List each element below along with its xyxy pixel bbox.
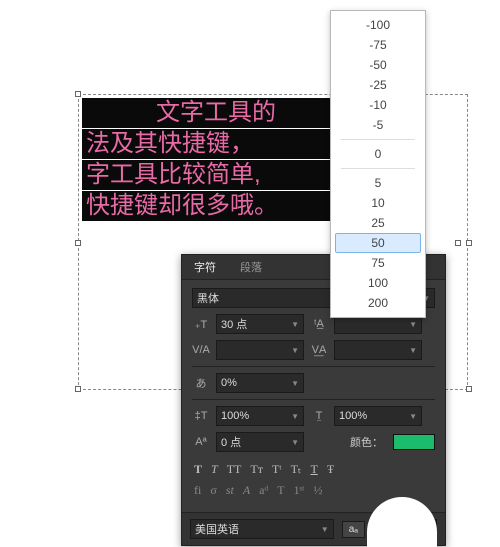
type-style-row: T T TT Tᴛ Tᵗ Tₜ T Ŧ (192, 458, 435, 481)
subscript-button[interactable]: Tₜ (291, 462, 302, 477)
chevron-down-icon: ▼ (289, 438, 299, 447)
antialias-toggle[interactable]: aₐ (342, 521, 365, 538)
kerning-field[interactable]: ▼ (216, 340, 304, 360)
chevron-down-icon: ▼ (407, 320, 417, 329)
tracking-icon: V͟A (310, 344, 328, 356)
chevron-down-icon: ▼ (289, 320, 299, 329)
font-size-value: 30 点 (221, 316, 285, 332)
baseline-value: 0 点 (221, 434, 285, 450)
ot-sigma[interactable]: σ (210, 483, 216, 498)
italic-button[interactable]: T (211, 462, 218, 477)
superscript-button[interactable]: Tᵗ (272, 462, 282, 477)
chevron-down-icon: ▼ (407, 412, 417, 421)
ot-titling[interactable]: T (277, 483, 284, 498)
hscale-field[interactable]: 100% ▼ (334, 406, 422, 426)
tsume-icon: あ (192, 375, 210, 391)
color-swatch[interactable] (393, 434, 435, 450)
dropdown-item[interactable]: 5 (331, 173, 425, 193)
font-size-icon: ₊T (192, 318, 210, 331)
chevron-down-icon: ▼ (289, 379, 299, 388)
chevron-down-icon: ▼ (289, 346, 299, 355)
tab-character[interactable]: 字符 (182, 255, 228, 279)
allcaps-button[interactable]: TT (227, 462, 242, 477)
handle-bl[interactable] (75, 386, 81, 392)
baseline-field[interactable]: 0 点 ▼ (216, 432, 304, 452)
vscale-field[interactable]: 100% ▼ (216, 406, 304, 426)
tracking-field[interactable]: ▼ (334, 340, 422, 360)
handle-mr[interactable] (466, 240, 472, 246)
ot-frac[interactable]: ½ (313, 483, 322, 498)
handle-tl[interactable] (75, 91, 81, 97)
dropdown-item-selected[interactable]: 50 (335, 233, 421, 253)
ot-fi[interactable]: fi (194, 483, 201, 498)
tracking-dropdown: -100 -75 -50 -25 -10 -5 0 5 10 25 50 75 … (330, 10, 426, 318)
leading-icon: ᵗA̲ (310, 318, 328, 330)
vscale-icon: ‡T (192, 410, 210, 422)
ot-ord[interactable]: aᵈ (259, 483, 268, 498)
handle-ml[interactable] (75, 240, 81, 246)
handle-overflow[interactable] (455, 240, 461, 246)
text-line: 快捷键却很多哦。 (82, 191, 342, 221)
dropdown-item[interactable]: -50 (331, 55, 425, 75)
tsume-value: 0% (221, 377, 285, 389)
handle-br[interactable] (466, 386, 472, 392)
ot-1st[interactable]: 1ˢᵗ (294, 483, 305, 498)
text-line: 文字工具的 (82, 98, 342, 128)
dropdown-item[interactable]: -25 (331, 75, 425, 95)
strike-button[interactable]: Ŧ (327, 462, 334, 477)
font-size-field[interactable]: 30 点 ▼ (216, 314, 304, 334)
chevron-down-icon: ▼ (319, 525, 329, 534)
separator (341, 168, 415, 169)
dropdown-item[interactable]: -100 (331, 15, 425, 35)
chevron-down-icon: ▼ (407, 346, 417, 355)
aa-icon: aₐ (343, 522, 364, 537)
tsume-field[interactable]: 0% ▼ (216, 373, 304, 393)
dropdown-item[interactable]: 0 (331, 144, 425, 164)
ot-st[interactable]: st (226, 483, 234, 498)
dropdown-item[interactable]: 200 (331, 293, 425, 313)
dropdown-item[interactable]: -10 (331, 95, 425, 115)
hscale-value: 100% (339, 410, 403, 422)
color-label: 颜色： (310, 434, 387, 450)
dropdown-item[interactable]: 25 (331, 213, 425, 233)
kerning-icon: V/A (192, 344, 210, 356)
smallcaps-button[interactable]: Tᴛ (250, 462, 263, 477)
bold-button[interactable]: T (194, 462, 202, 477)
underline-button[interactable]: T (310, 462, 317, 477)
hscale-icon: T̤ (310, 410, 328, 422)
chevron-down-icon: ▼ (289, 412, 299, 421)
vscale-value: 100% (221, 410, 285, 422)
text-block[interactable]: 文字工具的 法及其快捷键， 字工具比较简单, 快捷键却很多哦。 (82, 98, 342, 222)
ot-swash[interactable]: A (243, 483, 250, 498)
dropdown-item[interactable]: 75 (331, 253, 425, 273)
separator (341, 139, 415, 140)
text-line: 法及其快捷键， (82, 129, 342, 159)
baseline-icon: Aª (192, 436, 210, 448)
dropdown-item[interactable]: -5 (331, 115, 425, 135)
dropdown-item[interactable]: 10 (331, 193, 425, 213)
language-select[interactable]: 美国英语 ▼ (190, 519, 334, 539)
language-value: 美国英语 (195, 521, 315, 537)
tab-paragraph[interactable]: 段落 (228, 255, 274, 279)
text-line: 字工具比较简单, (82, 160, 342, 190)
dropdown-item[interactable]: 100 (331, 273, 425, 293)
dropdown-item[interactable]: -75 (331, 35, 425, 55)
